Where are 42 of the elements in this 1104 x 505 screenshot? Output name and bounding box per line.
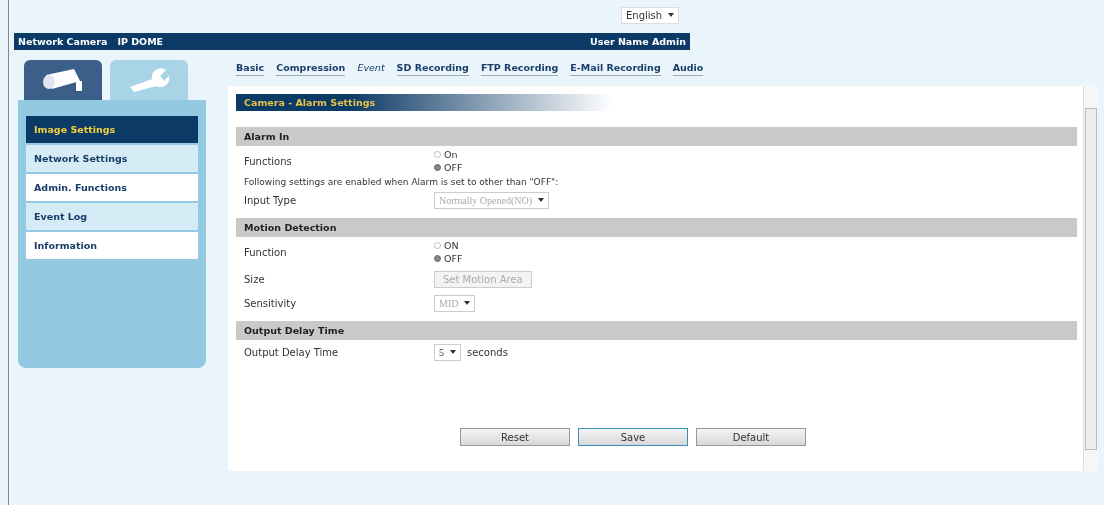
page-title: Camera - Alarm Settings: [236, 94, 612, 111]
sidebar-item[interactable]: Network Settings: [26, 145, 198, 172]
section-header: Output Delay Time: [236, 321, 1077, 340]
model-name: IP DOME: [117, 36, 164, 47]
action-button[interactable]: Reset: [460, 428, 570, 446]
action-button[interactable]: Default: [696, 428, 806, 446]
field-label: Size: [244, 273, 266, 285]
field-label: Output Delay Time: [244, 346, 340, 358]
tab[interactable]: SD Recording: [396, 62, 469, 76]
radio-option[interactable]: OFF: [434, 162, 463, 173]
dropdown[interactable]: 5: [434, 343, 461, 361]
scrollbar[interactable]: [1083, 86, 1098, 471]
user-name: User Name Admin: [590, 36, 686, 47]
caret-icon: [538, 198, 545, 202]
note-text: Following settings are enabled when Alarm is set to other than "OFF":: [243, 176, 560, 188]
sidebar-item[interactable]: Admin. Functions: [26, 174, 198, 201]
radio-option[interactable]: ON: [434, 240, 463, 251]
tab[interactable]: Event: [357, 62, 385, 76]
tab[interactable]: E-Mail Recording: [570, 62, 661, 76]
action-button[interactable]: Save: [578, 428, 688, 446]
tab[interactable]: Audio: [672, 62, 704, 76]
field-label: Sensitivity: [244, 297, 298, 309]
radio-option[interactable]: On: [434, 149, 463, 160]
section-header: Alarm In: [236, 127, 1077, 146]
field-label: Functions: [244, 155, 293, 167]
sidebar-item[interactable]: Information: [26, 232, 198, 259]
radio-option[interactable]: OFF: [434, 253, 463, 264]
tab[interactable]: FTP Recording: [480, 62, 559, 76]
caret-icon: [450, 350, 456, 354]
field-label: Function: [244, 246, 288, 258]
field-label: Input Type: [244, 194, 298, 206]
caret-icon: [668, 13, 675, 17]
tab[interactable]: Basic: [236, 62, 265, 76]
language-select[interactable]: English: [621, 6, 680, 24]
side-tab[interactable]: [24, 60, 102, 100]
section-header: Motion Detection: [236, 218, 1077, 237]
product-name: Network Camera: [18, 36, 108, 47]
caret-icon: [464, 301, 471, 305]
tab[interactable]: Compression: [276, 62, 346, 76]
sidebar-item[interactable]: Image Settings: [26, 116, 198, 143]
sidebar-item[interactable]: Event Log: [26, 203, 198, 230]
unit-label: seconds: [467, 346, 508, 358]
